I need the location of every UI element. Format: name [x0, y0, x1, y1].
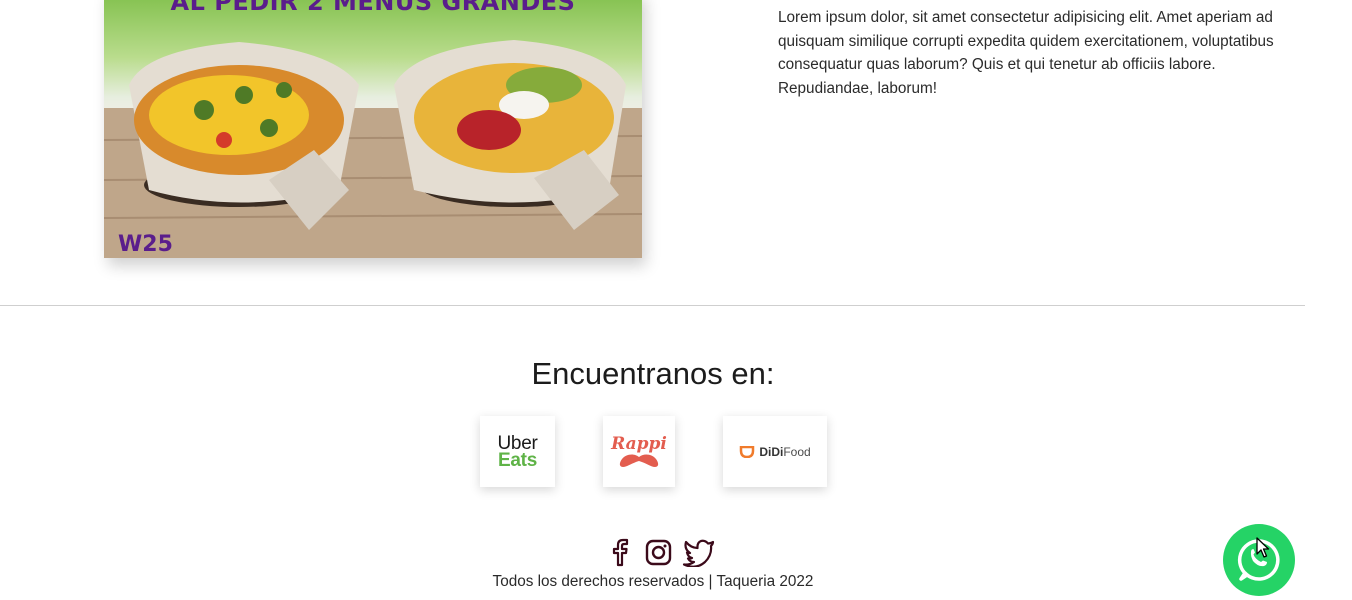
didi-food-logo-light: Food: [783, 444, 811, 459]
social-links: [606, 537, 715, 568]
didi-food-logo-bold: DiDi: [759, 444, 784, 459]
twitter-link[interactable]: [682, 537, 715, 568]
didi-food-link[interactable]: DiDiFood: [723, 416, 827, 487]
instagram-link[interactable]: [644, 537, 673, 567]
uber-eats-link[interactable]: Uber Eats: [480, 416, 555, 487]
nachos-illustration: [104, 40, 642, 258]
uber-eats-logo-line1: Uber: [497, 432, 538, 454]
didi-food-icon: [740, 445, 755, 458]
mouse-cursor-icon: [1256, 537, 1270, 558]
promo-description: Lorem ipsum dolor, sit amet consectetur …: [778, 9, 1274, 97]
rappi-mustache-icon: [619, 454, 659, 467]
find-us-title: Encuentranos en:: [531, 356, 775, 391]
whatsapp-button[interactable]: [1223, 524, 1295, 596]
rappi-link[interactable]: Rappi: [603, 416, 675, 487]
footer-copyright: Todos los derechos reservados | Taqueria…: [492, 573, 814, 590]
didi-food-logo-text: DiDiFood: [759, 445, 810, 459]
promo-code: W25: [118, 232, 173, 257]
instagram-icon: [645, 539, 672, 566]
promo-image: AL PEDIR 2 MENUS GRANDES W25: [104, 0, 642, 258]
facebook-icon: [612, 538, 629, 567]
rappi-logo-text: Rappi: [611, 433, 667, 454]
twitter-icon: [682, 539, 715, 568]
section-divider: [0, 305, 1305, 306]
promo-headline: AL PEDIR 2 MENUS GRANDES: [170, 0, 576, 16]
facebook-link[interactable]: [606, 537, 635, 567]
uber-eats-logo-line2: Eats: [498, 449, 537, 471]
